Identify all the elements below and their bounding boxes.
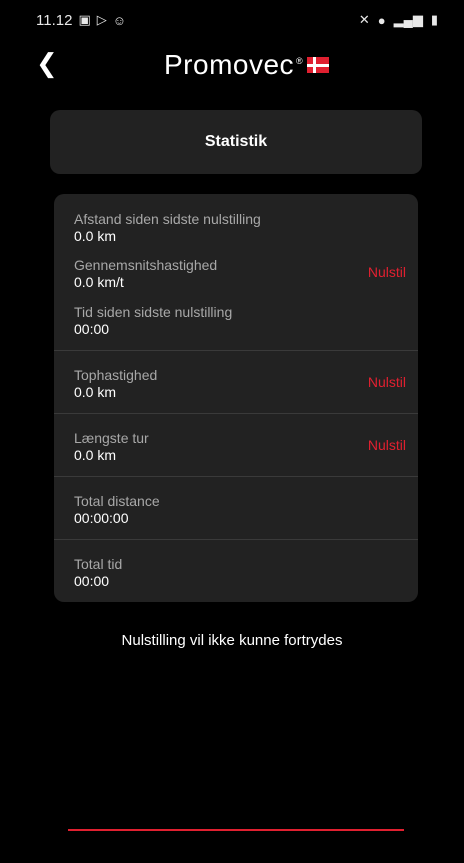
stat-value: 0.0 km/t (74, 274, 124, 290)
stat-total-distance: Total distance 00:00:00 (54, 493, 160, 526)
image-icon: ▣ (78, 12, 91, 27)
stat-label: Gennemsnitshastighed (74, 257, 218, 273)
reset-trip-button[interactable]: Nulstil (368, 264, 406, 280)
stat-average-speed: Gennemsnitshastighed 0.0 km/t (54, 257, 217, 290)
signal-icon: ▂▄▆ (393, 12, 423, 27)
logo-text: Promovec (164, 49, 295, 80)
stat-longest-trip: Længste tur 0.0 km (54, 430, 149, 463)
stat-label: Tophastighed (74, 367, 158, 383)
reset-warning-note: Nulstilling vil ikke kunne fortrydes (121, 632, 343, 649)
bottom-accent-line (68, 829, 404, 831)
stat-value: 00:00 (74, 573, 110, 589)
battery-icon: ▮ (430, 12, 438, 27)
stats-group-total-time: Total tid 00:00 (54, 540, 418, 602)
stat-top-speed: Tophastighed 0.0 km (54, 367, 157, 400)
stat-label: Tid siden sidste nulstilling (74, 304, 233, 320)
registered-mark: ® (296, 56, 303, 66)
stat-value: 0.0 km (74, 228, 117, 244)
mute-icon: ✕ (358, 12, 370, 27)
stats-group-top-speed: Tophastighed 0.0 km Nulstil (54, 351, 418, 414)
stat-label: Total tid (74, 556, 123, 572)
stat-label: Længste tur (74, 430, 149, 446)
play-icon: ▷ (96, 12, 107, 27)
stat-distance-since-reset: Afstand siden sidste nulstilling 0.0 km (54, 211, 261, 244)
smiley-icon: ☺ (112, 12, 127, 28)
page-title: Statistik (204, 133, 268, 150)
status-bar: 11.12 ▣ ▷ ☺ ✕ ● ▂▄▆ ▮ (0, 0, 464, 40)
status-bar-right: ✕ ● ▂▄▆ ▮ (359, 12, 438, 28)
stats-card: Afstand siden sidste nulstilling 0.0 km … (54, 194, 418, 602)
stat-total-time: Total tid 00:00 (54, 556, 122, 589)
location-icon: ● (377, 12, 386, 28)
header: ❮ Promovec ® (0, 44, 464, 84)
stat-label: Total distance (74, 493, 160, 509)
stats-group-longest-trip: Længste tur 0.0 km Nulstil (54, 414, 418, 477)
stat-value: 0.0 km (74, 447, 117, 463)
title-card: Statistik (50, 110, 422, 174)
stat-value: 00:00:00 (74, 510, 129, 526)
reset-top-speed-button[interactable]: Nulstil (368, 374, 406, 390)
stats-group-total-distance: Total distance 00:00:00 (54, 477, 418, 540)
status-bar-left: 11.12 ▣ ▷ ☺ (36, 12, 126, 29)
stats-group-trip: Afstand siden sidste nulstilling 0.0 km … (54, 194, 418, 351)
danish-flag-icon (306, 57, 329, 73)
clock: 11.12 (36, 11, 73, 29)
stat-value: 00:00 (74, 321, 110, 337)
reset-longest-trip-button[interactable]: Nulstil (368, 437, 406, 453)
stat-label: Afstand siden sidste nulstilling (74, 211, 261, 227)
stat-time-since-reset: Tid siden sidste nulstilling 00:00 (54, 304, 232, 337)
brand-logo: Promovec ® (164, 50, 329, 80)
stat-value: 0.0 km (74, 384, 117, 400)
chevron-left-icon[interactable]: ❮ (36, 50, 58, 76)
